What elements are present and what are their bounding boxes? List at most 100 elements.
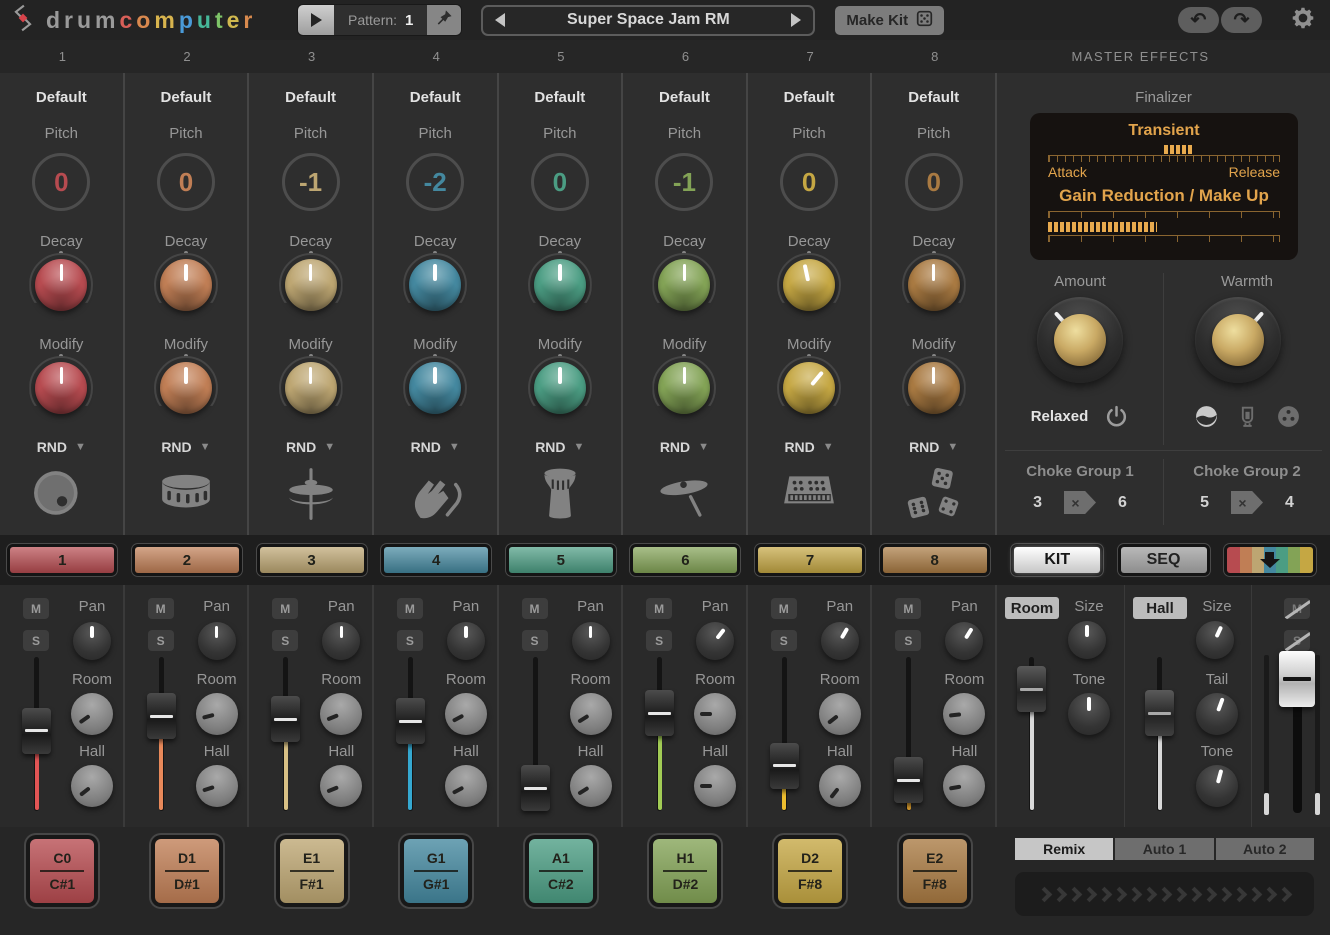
solo-button[interactable]: S: [272, 630, 298, 651]
pitch-knob[interactable]: 0: [531, 153, 589, 211]
mute-button[interactable]: M: [895, 598, 921, 619]
modify-knob[interactable]: [783, 362, 835, 414]
conga-icon[interactable]: [526, 466, 594, 522]
pitch-knob[interactable]: 0: [157, 153, 215, 211]
hall-send-knob[interactable]: [445, 765, 487, 807]
hi-hat-icon[interactable]: [277, 466, 345, 522]
channel-fader[interactable]: [768, 657, 801, 817]
hall-send-knob[interactable]: [943, 765, 985, 807]
channel-fader[interactable]: [519, 657, 552, 817]
channel-fader[interactable]: [269, 657, 302, 817]
channel-preset-name[interactable]: Default: [659, 89, 710, 106]
choke1-b-value[interactable]: 6: [1118, 494, 1127, 512]
room-level-fader[interactable]: [1015, 657, 1048, 817]
choke2-clear-icon[interactable]: ×: [1231, 491, 1263, 514]
modify-knob[interactable]: [658, 362, 710, 414]
rnd-dropdown[interactable]: RND ▼: [411, 439, 460, 455]
clap-icon[interactable]: [401, 466, 469, 522]
pitch-knob[interactable]: 0: [780, 153, 838, 211]
room-send-knob[interactable]: [943, 693, 985, 735]
modify-knob[interactable]: [35, 362, 87, 414]
room-size-knob[interactable]: [1068, 621, 1106, 659]
solo-button[interactable]: S: [397, 630, 423, 651]
pan-knob[interactable]: [572, 622, 610, 660]
room-send-knob[interactable]: [320, 693, 362, 735]
hall-send-knob[interactable]: [71, 765, 113, 807]
modify-knob[interactable]: [908, 362, 960, 414]
master-solo-button[interactable]: S: [1284, 630, 1310, 651]
channel-select-pad[interactable]: 4: [381, 544, 491, 576]
choke1-clear-icon[interactable]: ×: [1064, 491, 1096, 514]
pan-knob[interactable]: [198, 622, 236, 660]
decay-knob[interactable]: [409, 259, 461, 311]
auto2-button[interactable]: Auto 2: [1216, 838, 1314, 860]
tube-saturation-icon[interactable]: [1235, 404, 1260, 429]
tab-seq[interactable]: SEQ: [1118, 544, 1210, 576]
channel-fader[interactable]: [394, 657, 427, 817]
mute-button[interactable]: M: [23, 598, 49, 619]
kick-drum-icon[interactable]: [27, 466, 95, 522]
undo-button[interactable]: ↶: [1178, 7, 1219, 33]
channel-fader[interactable]: [892, 657, 925, 817]
decay-knob[interactable]: [160, 259, 212, 311]
channel-preset-name[interactable]: Default: [410, 89, 461, 106]
hall-send-knob[interactable]: [196, 765, 238, 807]
rnd-dropdown[interactable]: RND ▼: [660, 439, 709, 455]
note-pad[interactable]: E1 F#1: [276, 835, 348, 907]
room-send-knob[interactable]: [819, 693, 861, 735]
auto1-button[interactable]: Auto 1: [1115, 838, 1213, 860]
pattern-pin-button[interactable]: [427, 5, 461, 35]
channel-preset-name[interactable]: Default: [161, 89, 212, 106]
channel-select-pad[interactable]: 6: [630, 544, 740, 576]
note-pad[interactable]: D2 F#8: [774, 835, 846, 907]
decay-knob[interactable]: [285, 259, 337, 311]
hall-send-knob[interactable]: [819, 765, 861, 807]
note-pad[interactable]: D1 D#1: [151, 835, 223, 907]
dice-icon[interactable]: [900, 466, 968, 522]
rnd-dropdown[interactable]: RND ▼: [909, 439, 958, 455]
mute-button[interactable]: M: [646, 598, 672, 619]
note-pad[interactable]: G1 G#1: [400, 835, 472, 907]
mute-button[interactable]: M: [397, 598, 423, 619]
channel-preset-name[interactable]: Default: [908, 89, 959, 106]
pan-knob[interactable]: [322, 622, 360, 660]
note-pad[interactable]: H1 D#2: [649, 835, 721, 907]
channel-select-pad[interactable]: 3: [257, 544, 367, 576]
channel-select-pad[interactable]: 7: [755, 544, 865, 576]
hall-send-knob[interactable]: [694, 765, 736, 807]
decay-knob[interactable]: [35, 259, 87, 311]
compressor-mode-label[interactable]: Relaxed: [1031, 408, 1089, 425]
mute-button[interactable]: M: [272, 598, 298, 619]
pitch-knob[interactable]: 0: [905, 153, 963, 211]
remix-button[interactable]: Remix: [1015, 838, 1113, 860]
transient-meter[interactable]: [1164, 145, 1194, 154]
channel-preset-name[interactable]: Default: [285, 89, 336, 106]
note-pad[interactable]: A1 C#2: [525, 835, 597, 907]
solo-button[interactable]: S: [522, 630, 548, 651]
hall-send-knob[interactable]: [570, 765, 612, 807]
shape-saturation-icon[interactable]: [1194, 404, 1219, 429]
room-tone-knob[interactable]: [1068, 693, 1110, 735]
tab-kit[interactable]: KIT: [1011, 544, 1103, 576]
rnd-dropdown[interactable]: RND ▼: [37, 439, 86, 455]
hall-badge[interactable]: Hall: [1133, 597, 1187, 619]
pitch-knob[interactable]: -1: [282, 153, 340, 211]
master-fader[interactable]: [1278, 655, 1316, 817]
modify-knob[interactable]: [534, 362, 586, 414]
tape-reel-saturation-icon[interactable]: [1276, 404, 1301, 429]
note-pad[interactable]: C0 C#1: [26, 835, 98, 907]
prev-preset-icon[interactable]: [495, 13, 505, 27]
channel-select-pad[interactable]: 2: [132, 544, 242, 576]
drum-machine-icon[interactable]: [775, 466, 843, 522]
power-icon[interactable]: [1104, 404, 1129, 429]
remix-strip[interactable]: [1015, 872, 1314, 916]
hall-size-knob[interactable]: [1196, 621, 1234, 659]
room-send-knob[interactable]: [694, 693, 736, 735]
note-pad[interactable]: E2 F#8: [899, 835, 971, 907]
decay-knob[interactable]: [783, 259, 835, 311]
channel-fader[interactable]: [643, 657, 676, 817]
cymbal-icon[interactable]: [650, 466, 718, 522]
rnd-dropdown[interactable]: RND ▼: [784, 439, 833, 455]
channel-fader[interactable]: [145, 657, 178, 817]
pan-knob[interactable]: [73, 622, 111, 660]
